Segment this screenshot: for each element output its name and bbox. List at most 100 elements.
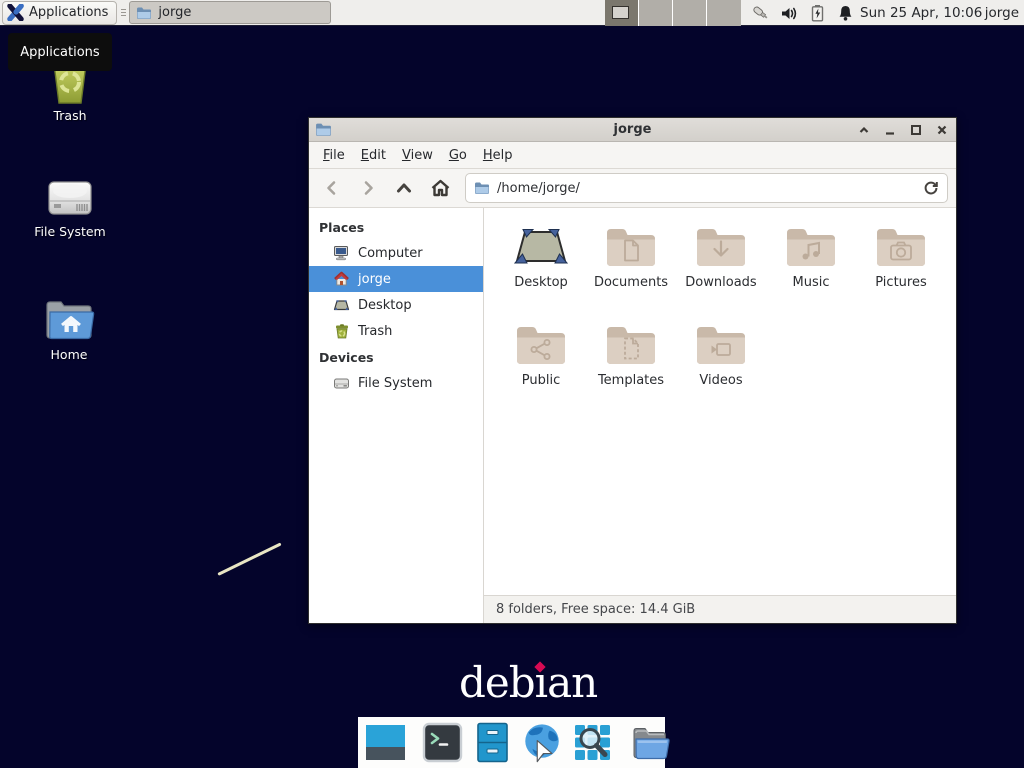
workspace-cell-4[interactable] (707, 0, 741, 26)
logo-letter-i: ı (535, 662, 547, 704)
computer-icon (333, 245, 350, 261)
folder-item-label: Desktop (514, 275, 568, 290)
folder-item-label: Templates (598, 373, 664, 388)
sidebar-item-computer[interactable]: Computer (309, 240, 483, 266)
desktop-icon-label: File System (34, 224, 106, 239)
launcher-dock (358, 717, 665, 768)
workspace-cell-3[interactable] (673, 0, 707, 26)
sidebar-item-label: Computer (358, 246, 423, 261)
up-button[interactable] (389, 174, 419, 202)
folder-item-downloads[interactable]: Downloads (676, 222, 766, 314)
filesystem-desktop-icon (46, 168, 94, 220)
menu-view[interactable]: View (394, 145, 441, 166)
folder-item-desktop[interactable]: Desktop (496, 222, 586, 314)
toolbar: /home/jorge/ (309, 169, 956, 208)
logo-text-left: deb (459, 658, 535, 707)
logo-text-right: an (547, 658, 597, 707)
desktop-icon-label: Home (51, 347, 88, 362)
folder-icon-view[interactable]: Desktop Documents Downloads Music Pictur… (484, 208, 956, 595)
folder-item-videos[interactable]: Videos (676, 320, 766, 412)
window-titlebar[interactable]: jorge (309, 118, 956, 142)
sidebar-item-label: Trash (358, 324, 392, 339)
system-tray (752, 0, 855, 26)
home-button[interactable] (425, 174, 455, 202)
sidebar-item-label: jorge (358, 272, 391, 287)
applications-menu-label: Applications (29, 5, 108, 20)
desktop-icon-label: Trash (53, 108, 86, 123)
folder-item-label: Music (793, 275, 830, 290)
top-panel: Applications jorge Sun 25 Apr, 10:06 jor… (0, 0, 1024, 26)
desktop-pad-icon (514, 222, 568, 268)
tooltip-text: Applications (20, 45, 99, 60)
maximize-button[interactable] (908, 122, 924, 138)
dock-terminal[interactable] (421, 721, 464, 764)
path-folder-icon (474, 181, 490, 195)
sidebar-item-jorge[interactable]: jorge (309, 266, 483, 292)
drive-icon (333, 375, 350, 391)
menu-edit[interactable]: Edit (353, 145, 394, 166)
sidebar-item-label: File System (358, 376, 432, 391)
desktop-icon-home[interactable]: Home (17, 291, 121, 362)
status-bar: 8 folders, Free space: 14.4 GiB (484, 595, 956, 623)
sidebar-item-trash[interactable]: Trash (309, 318, 483, 344)
folder-item-music[interactable]: Music (766, 222, 856, 314)
desktop-icon (333, 297, 350, 313)
panel-username: jorge (985, 0, 1019, 26)
folder-item-public[interactable]: Public (496, 320, 586, 412)
volume-icon[interactable] (780, 4, 799, 23)
status-text: 8 folders, Free space: 14.4 GiB (496, 602, 695, 617)
sidebar-item-file-system[interactable]: File System (309, 370, 483, 396)
folder-item-documents[interactable]: Documents (586, 222, 676, 314)
location-bar[interactable]: /home/jorge/ (465, 173, 948, 203)
forward-button[interactable] (353, 174, 383, 202)
dock-web-browser[interactable] (521, 721, 564, 764)
logo-red-diamond (534, 661, 545, 672)
shade-button[interactable] (856, 122, 872, 138)
desktop-icon-file-system[interactable]: File System (18, 168, 122, 239)
path-text[interactable]: /home/jorge/ (497, 181, 916, 196)
menu-help[interactable]: Help (475, 145, 521, 166)
sidebar-item-desktop[interactable]: Desktop (309, 292, 483, 318)
home-desktop-icon (43, 291, 95, 343)
workspace-cell-2[interactable] (639, 0, 673, 26)
folder-item-pictures[interactable]: Pictures (856, 222, 946, 314)
folder-icon-music (785, 222, 837, 268)
menu-go[interactable]: Go (441, 145, 475, 166)
sidebar-header-places: Places (309, 214, 483, 240)
battery-icon[interactable] (808, 4, 827, 23)
dock-show-desktop[interactable] (364, 721, 407, 764)
applications-menu-button[interactable]: Applications (2, 1, 117, 25)
reload-icon[interactable] (923, 180, 939, 196)
dock-application-finder[interactable] (571, 721, 614, 764)
window-body: PlacesComputerjorgeDesktopTrashDevicesFi… (309, 208, 956, 623)
folder-item-label: Pictures (875, 275, 926, 290)
folder-icon-template (605, 320, 657, 366)
notifications-icon[interactable] (836, 4, 855, 23)
folder-item-label: Downloads (685, 275, 756, 290)
workspace-switcher (605, 0, 741, 26)
removable-device-icon[interactable] (752, 4, 771, 23)
folder-item-label: Public (522, 373, 560, 388)
folder-item-templates[interactable]: Templates (586, 320, 676, 412)
applications-tooltip: Applications (8, 33, 112, 71)
panel-clock[interactable]: Sun 25 Apr, 10:06 (860, 0, 982, 26)
folder-icon-share (515, 320, 567, 366)
workspace-window-preview (612, 6, 629, 19)
minimize-button[interactable] (882, 122, 898, 138)
sidebar-item-label: Desktop (358, 298, 412, 313)
close-button[interactable] (934, 122, 950, 138)
folder-icon-document (605, 222, 657, 268)
workspace-cell-1[interactable] (605, 0, 639, 26)
main-column: Desktop Documents Downloads Music Pictur… (484, 208, 956, 623)
dock-files-folder[interactable] (628, 721, 671, 764)
back-button[interactable] (317, 174, 347, 202)
folder-icon-video (695, 320, 747, 366)
menu-bar: FileEditViewGoHelp (309, 142, 956, 169)
menu-file[interactable]: File (315, 145, 353, 166)
folder-icon-camera (875, 222, 927, 268)
taskbar-window-title: jorge (158, 5, 191, 20)
taskbar-window-button[interactable]: jorge (129, 1, 331, 24)
trash-icon (333, 323, 350, 339)
dock-file-cabinet[interactable] (471, 721, 514, 764)
panel-separator-handle (119, 5, 127, 21)
